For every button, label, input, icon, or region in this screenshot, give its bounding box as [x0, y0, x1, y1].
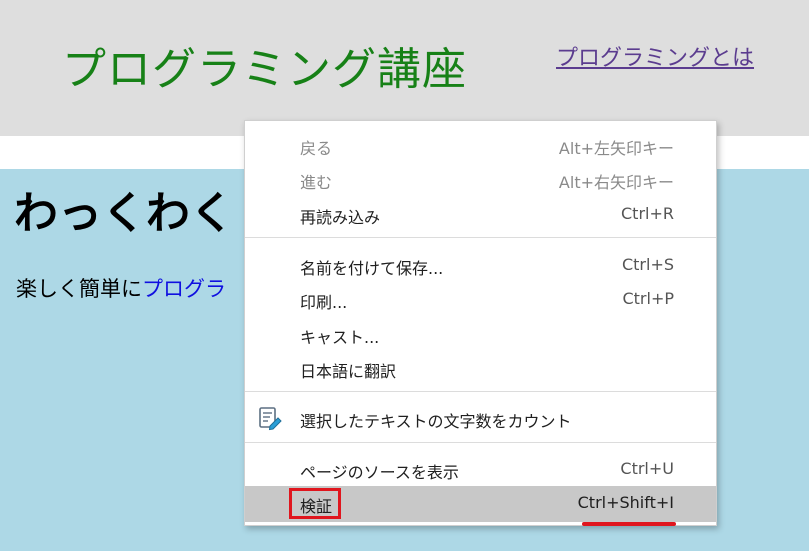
menu-item-label: キャスト...: [300, 328, 380, 347]
menu-item-label: 日本語に翻訳: [300, 362, 397, 381]
menu-item-label: 再読み込み: [300, 208, 381, 227]
menu-separator: [245, 442, 716, 443]
menu-item-cast[interactable]: キャスト...: [245, 317, 716, 351]
menu-item-inspect[interactable]: 検証 Ctrl+Shift+I: [245, 486, 716, 526]
intro-link[interactable]: プログラ: [142, 277, 226, 301]
edit-document-icon: [259, 407, 282, 431]
menu-item-shortcut: Ctrl+S: [621, 255, 674, 274]
menu-separator: [245, 237, 716, 238]
menu-item-shortcut: Ctrl+P: [622, 289, 674, 308]
menu-separator: [245, 391, 716, 392]
menu-item-label: 戻る: [300, 139, 333, 158]
menu-item-reload[interactable]: 再読み込み Ctrl+R: [245, 197, 716, 231]
menu-item-label: 印刷...: [300, 293, 348, 312]
menu-item-label: 進む: [300, 173, 333, 192]
context-menu: 戻る Alt+左矢印キー 進む Alt+右矢印キー 再読み込み Ctrl+R 名…: [244, 120, 717, 526]
menu-item-view-source[interactable]: ページのソースを表示 Ctrl+U: [245, 452, 716, 486]
site-title: プログラミング講座: [62, 44, 467, 95]
menu-item-count-characters[interactable]: 選択したテキストの文字数をカウント: [245, 401, 716, 435]
menu-item-forward[interactable]: 進む Alt+右矢印キー: [245, 162, 716, 196]
menu-item-shortcut: Ctrl+U: [620, 459, 674, 478]
annotation-underline: [582, 522, 676, 526]
site-header: プログラミング講座 プログラミングとは: [0, 0, 809, 136]
annotation-highlight-box: [289, 488, 341, 519]
menu-item-shortcut: Alt+左矢印キー: [558, 139, 674, 158]
page-heading: わっくわく: [14, 188, 234, 239]
menu-item-save-as[interactable]: 名前を付けて保存... Ctrl+S: [245, 248, 716, 282]
menu-item-translate[interactable]: 日本語に翻訳: [245, 351, 716, 385]
menu-item-back[interactable]: 戻る Alt+左矢印キー: [245, 128, 716, 162]
menu-item-print[interactable]: 印刷... Ctrl+P: [245, 282, 716, 316]
intro-text: 楽しく簡単に: [16, 277, 142, 301]
menu-item-label: ページのソースを表示: [300, 463, 459, 482]
intro-paragraph: 楽しく簡単にプログラ: [16, 273, 226, 303]
menu-item-shortcut: Ctrl+Shift+I: [577, 493, 674, 512]
nav-link-about-programming[interactable]: プログラミングとは: [556, 40, 754, 72]
menu-item-label: 選択したテキストの文字数をカウント: [300, 412, 572, 431]
menu-item-shortcut: Ctrl+R: [621, 204, 674, 223]
menu-item-label: 名前を付けて保存...: [300, 259, 444, 278]
menu-item-shortcut: Alt+右矢印キー: [558, 173, 674, 192]
